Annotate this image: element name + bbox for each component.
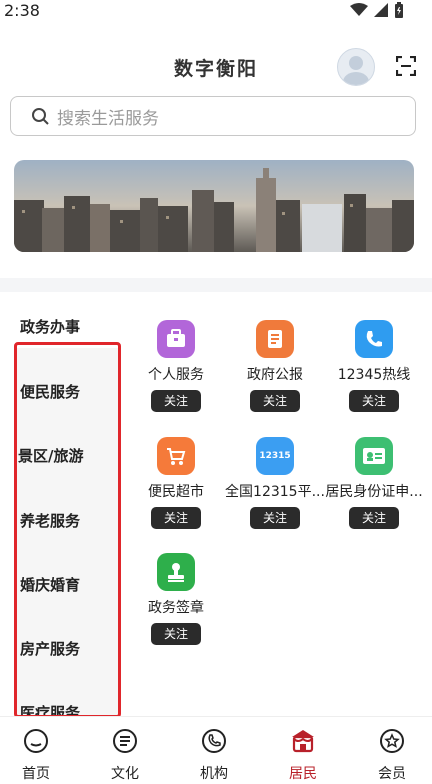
follow-button[interactable]: 关注 [349, 390, 399, 412]
highlight-annotation-box [14, 342, 121, 718]
service-gazette[interactable]: 政府公报 关注 [225, 320, 325, 412]
phone-icon [355, 320, 393, 358]
follow-button[interactable]: 关注 [151, 390, 201, 412]
culture-icon [113, 729, 137, 753]
nav-home[interactable]: 首页 [6, 727, 66, 783]
bottom-nav: 首页 文化 机构 居民 会员 [0, 716, 432, 784]
follow-button[interactable]: 关注 [250, 390, 300, 412]
section-divider [0, 278, 432, 292]
nav-label: 首页 [22, 766, 50, 782]
city-banner[interactable] [14, 160, 414, 252]
stamp-icon [157, 553, 195, 591]
app-header: 数字衡阳 [0, 40, 432, 94]
nav-culture[interactable]: 文化 [95, 727, 155, 783]
search-placeholder: 搜索生活服务 [57, 108, 159, 129]
phone-circle-icon [202, 729, 226, 753]
service-supermarket[interactable]: 便民超市 关注 [126, 437, 226, 529]
briefcase-icon [157, 320, 195, 358]
service-label: 个人服务 [148, 367, 204, 383]
service-hotline[interactable]: 12345热线 关注 [324, 320, 424, 412]
member-icon [380, 729, 404, 753]
document-icon [256, 320, 294, 358]
search-icon [32, 108, 49, 125]
nav-resident[interactable]: 居民 [273, 727, 333, 783]
shopping-cart-icon [157, 437, 195, 475]
service-label: 政务签章 [148, 600, 204, 616]
user-avatar-icon [343, 56, 369, 85]
id-card-icon [355, 437, 393, 475]
follow-button[interactable]: 关注 [151, 507, 201, 529]
12315-badge-text: 12315 [259, 451, 291, 461]
scan-icon[interactable] [396, 56, 416, 76]
service-personal[interactable]: 个人服务 关注 [126, 320, 226, 412]
service-label: 12345热线 [337, 367, 411, 383]
resident-icon [292, 730, 314, 753]
status-time: 2:38 [4, 1, 40, 20]
12315-icon: 12315 [256, 437, 294, 475]
battery-icon [395, 2, 403, 18]
service-label: 政府公报 [247, 367, 303, 383]
follow-button[interactable]: 关注 [151, 623, 201, 645]
nav-member[interactable]: 会员 [362, 727, 422, 783]
follow-button[interactable]: 关注 [250, 507, 300, 529]
nav-label: 文化 [111, 766, 139, 782]
home-icon [24, 729, 48, 753]
signal-icon [374, 3, 388, 17]
category-item-government[interactable]: 政务办事 [20, 316, 118, 337]
service-label: 居民身份证申... [325, 484, 423, 500]
wifi-icon [350, 3, 368, 16]
nav-label: 会员 [378, 766, 406, 782]
city-skyline-image [14, 160, 414, 252]
service-12315[interactable]: 12315 全国12315平... 关注 [225, 437, 325, 529]
service-seal[interactable]: 政务签章 关注 [126, 553, 226, 645]
nav-label: 机构 [200, 766, 228, 782]
avatar[interactable] [337, 48, 375, 86]
service-id-card[interactable]: 居民身份证申... 关注 [324, 437, 424, 529]
status-bar: 2:38 [0, 0, 432, 24]
service-label: 全国12315平... [225, 484, 325, 500]
service-label: 便民超市 [148, 484, 204, 500]
search-bar[interactable]: 搜索生活服务 [10, 96, 416, 136]
nav-institution[interactable]: 机构 [184, 727, 244, 783]
nav-label: 居民 [289, 766, 317, 782]
follow-button[interactable]: 关注 [349, 507, 399, 529]
status-icons [350, 2, 404, 18]
